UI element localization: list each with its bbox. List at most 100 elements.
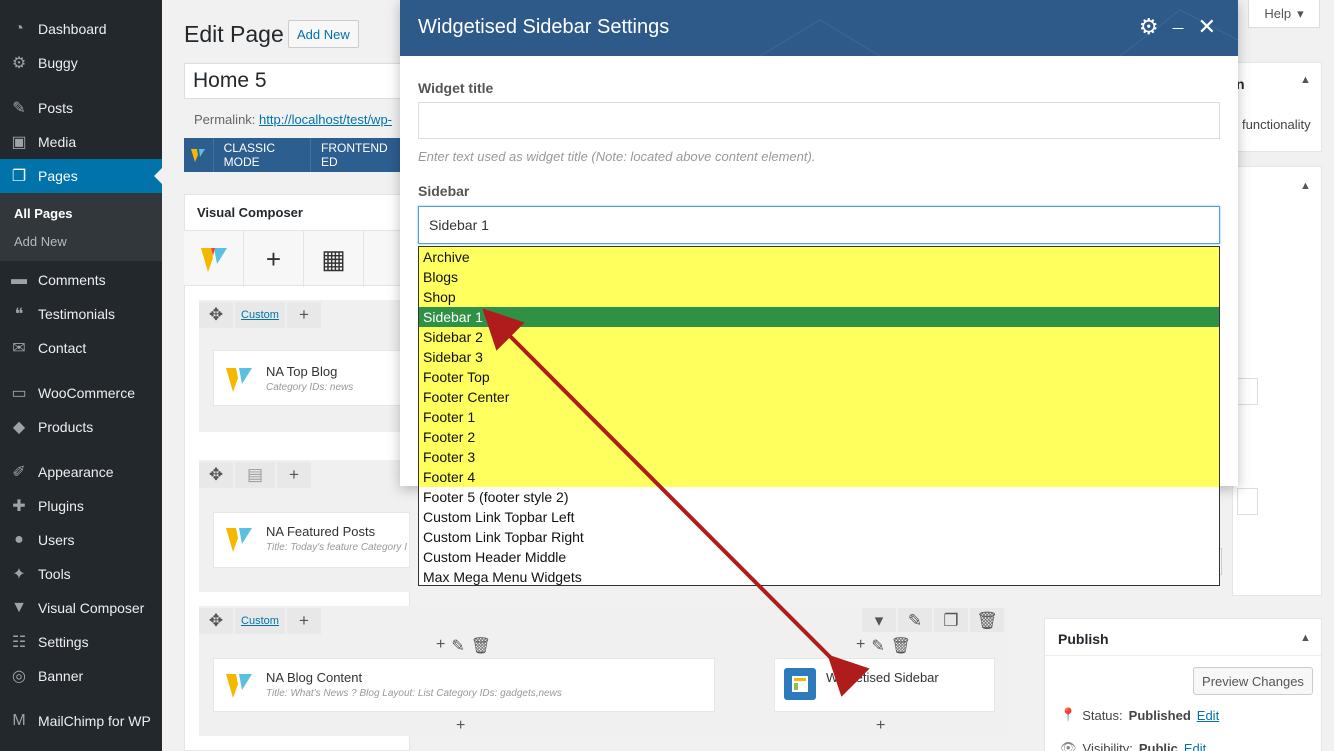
status-line: 📍 Status: Published Edit (1060, 707, 1219, 723)
preview-changes-button[interactable]: Preview Changes (1193, 667, 1313, 695)
dropdown-option[interactable]: Sidebar 1 (419, 307, 1219, 327)
minimize-icon[interactable]: ⎯ (1173, 14, 1184, 40)
dropdown-option[interactable]: Footer 3 (419, 447, 1219, 467)
widget-title-label: Widget title (418, 80, 494, 96)
template-icon[interactable]: ▦ (304, 231, 364, 287)
close-icon[interactable]: ✕ (1198, 14, 1216, 40)
products-icon: ◆ (12, 419, 26, 436)
collapse-arrow-icon[interactable]: ▲ (1300, 74, 1311, 86)
trash-icon[interactable]: 🗑 (970, 608, 1004, 634)
vc-logo-button[interactable] (184, 231, 244, 287)
dropdown-option[interactable]: Footer 4 (419, 467, 1219, 487)
dropdown-option[interactable]: Blogs (419, 267, 1219, 287)
columns-icon[interactable]: ▤ (235, 462, 275, 488)
add-element-icon[interactable]: + (456, 717, 465, 735)
sidebar-item-banner[interactable]: ◎ Banner (0, 659, 162, 693)
edit-icon[interactable]: ✎ (871, 636, 884, 656)
element-na-blog-content[interactable] (213, 658, 715, 712)
dropdown-option[interactable]: Custom Header Middle (419, 547, 1219, 567)
dropdown-option[interactable]: Footer 5 (footer style 2) (419, 487, 1219, 507)
dropdown-option[interactable]: Max Mega Menu Widgets (419, 567, 1219, 585)
sidebar-item-media[interactable]: ▣ Media (0, 125, 162, 159)
sidebar-item-woocommerce[interactable]: ▭ WooCommerce (0, 376, 162, 410)
add-column-icon[interactable]: + (287, 608, 321, 634)
visibility-line: 👁 Visibility: Public Edit (1060, 740, 1206, 751)
submenu-all-pages[interactable]: All Pages (14, 206, 73, 221)
post-title-input[interactable]: Home 5 (184, 63, 424, 99)
sidebar-item-appearance[interactable]: ✐ Appearance (0, 455, 162, 489)
add-new-button[interactable]: Add New (288, 20, 359, 48)
frontend-editor-button[interactable]: FRONTEND ED (310, 138, 404, 172)
publish-title: Publish (1058, 631, 1109, 647)
sidebar-item-label: Settings (38, 634, 89, 650)
dropdown-option[interactable]: Archive (419, 247, 1219, 267)
sidebar-item-buggy[interactable]: ⚙ Buggy (0, 46, 162, 80)
sidebar-item-products[interactable]: ◆ Products (0, 410, 162, 444)
help-button[interactable]: Help ▾ (1248, 0, 1320, 28)
permalink-link[interactable]: http://localhost/test/wp- (259, 112, 392, 127)
dropdown-option[interactable]: Sidebar 3 (419, 347, 1219, 367)
sidebar-item-mailchimp-for-wp[interactable]: M MailChimp for WP (0, 704, 162, 738)
element-params: Category IDs: news (266, 382, 354, 393)
sidebar-item-contact[interactable]: ✉ Contact (0, 331, 162, 365)
sidebar-widget-icon (784, 668, 816, 700)
sidebar-item-dashboard[interactable]: ◔ Dashboard (0, 12, 162, 46)
sidebar-item-posts[interactable]: ✎ Posts (0, 91, 162, 125)
trash-icon[interactable]: 🗑 (471, 636, 491, 656)
add-icon[interactable]: + (436, 636, 445, 656)
edit-icon[interactable]: ✎ (451, 636, 464, 656)
row-custom-link[interactable]: Custom (235, 608, 285, 634)
sidebar-item-pages[interactable]: ❐ Pages (0, 159, 162, 193)
row-3-right-controls: ▾ ✎ ❐ 🗑 (862, 608, 1004, 634)
dropdown-option[interactable]: Sidebar 2 (419, 327, 1219, 347)
sidebar-item-visual-composer[interactable]: ▼ Visual Composer (0, 591, 162, 625)
move-icon[interactable]: ✥ (199, 302, 233, 328)
visibility-value: Public (1138, 740, 1178, 751)
sidebar-item-users[interactable]: ● Users (0, 523, 162, 557)
submenu-add-new[interactable]: Add New (14, 234, 67, 249)
row-custom-link[interactable]: Custom (235, 302, 285, 328)
sidebar-select[interactable]: Sidebar 1 (418, 206, 1220, 244)
add-icon[interactable]: + (856, 636, 865, 656)
dropdown-option[interactable]: Custom Link Topbar Right (419, 527, 1219, 547)
collapse-arrow-icon[interactable]: ▲ (1300, 180, 1311, 192)
comment-icon: ▬ (11, 271, 27, 288)
vc-element-icon (224, 364, 254, 397)
sidebar-item-testimonials[interactable]: ❝ Testimonials (0, 297, 162, 331)
sidebar-item-label: Banner (38, 668, 84, 684)
sidebar-item-comments[interactable]: ▬ Comments (0, 263, 162, 297)
dropdown-option[interactable]: Shop (419, 287, 1219, 307)
clone-icon[interactable]: ❐ (934, 608, 968, 634)
add-element-icon[interactable]: + (876, 717, 885, 735)
status-edit-link[interactable]: Edit (1197, 708, 1219, 723)
dropdown-option[interactable]: Footer 2 (419, 427, 1219, 447)
sidebar-item-settings[interactable]: ☷ Settings (0, 625, 162, 659)
add-column-icon[interactable]: + (287, 302, 321, 328)
sidebar-item-tools[interactable]: ✦ Tools (0, 557, 162, 591)
classic-mode-button[interactable]: CLASSIC MODE (212, 138, 310, 172)
gear-icon[interactable]: ⚙ (1139, 14, 1159, 40)
dropdown-option[interactable]: Footer 1 (419, 407, 1219, 427)
media-icon: ▣ (11, 134, 27, 151)
visibility-edit-link[interactable]: Edit (1184, 741, 1206, 751)
add-column-icon[interactable]: + (277, 462, 311, 488)
meta-input[interactable] (1237, 488, 1258, 515)
move-icon[interactable]: ✥ (199, 608, 233, 634)
dropdown-option[interactable]: Footer Center (419, 387, 1219, 407)
collapse-arrow-icon[interactable]: ▲ (1300, 632, 1311, 644)
vc-mode-bar: CLASSIC MODE FRONTEND ED (184, 138, 404, 172)
woo-icon: ▭ (11, 385, 27, 402)
meta-input[interactable] (1237, 378, 1258, 405)
sidebar-item-plugins[interactable]: ✚ Plugins (0, 489, 162, 523)
add-element-icon[interactable]: + (244, 231, 304, 287)
chevron-down-icon[interactable]: ▾ (862, 608, 896, 634)
sidebar-item-label: MailChimp for WP (38, 713, 151, 729)
widget-title-input[interactable] (418, 102, 1220, 139)
pin-icon: 📍 (1060, 707, 1077, 722)
edit-icon[interactable]: ✎ (898, 608, 932, 634)
sidebar-item-label: Tools (38, 566, 71, 582)
trash-icon[interactable]: 🗑 (891, 636, 911, 656)
dropdown-option[interactable]: Footer Top (419, 367, 1219, 387)
move-icon[interactable]: ✥ (199, 462, 233, 488)
dropdown-option[interactable]: Custom Link Topbar Left (419, 507, 1219, 527)
